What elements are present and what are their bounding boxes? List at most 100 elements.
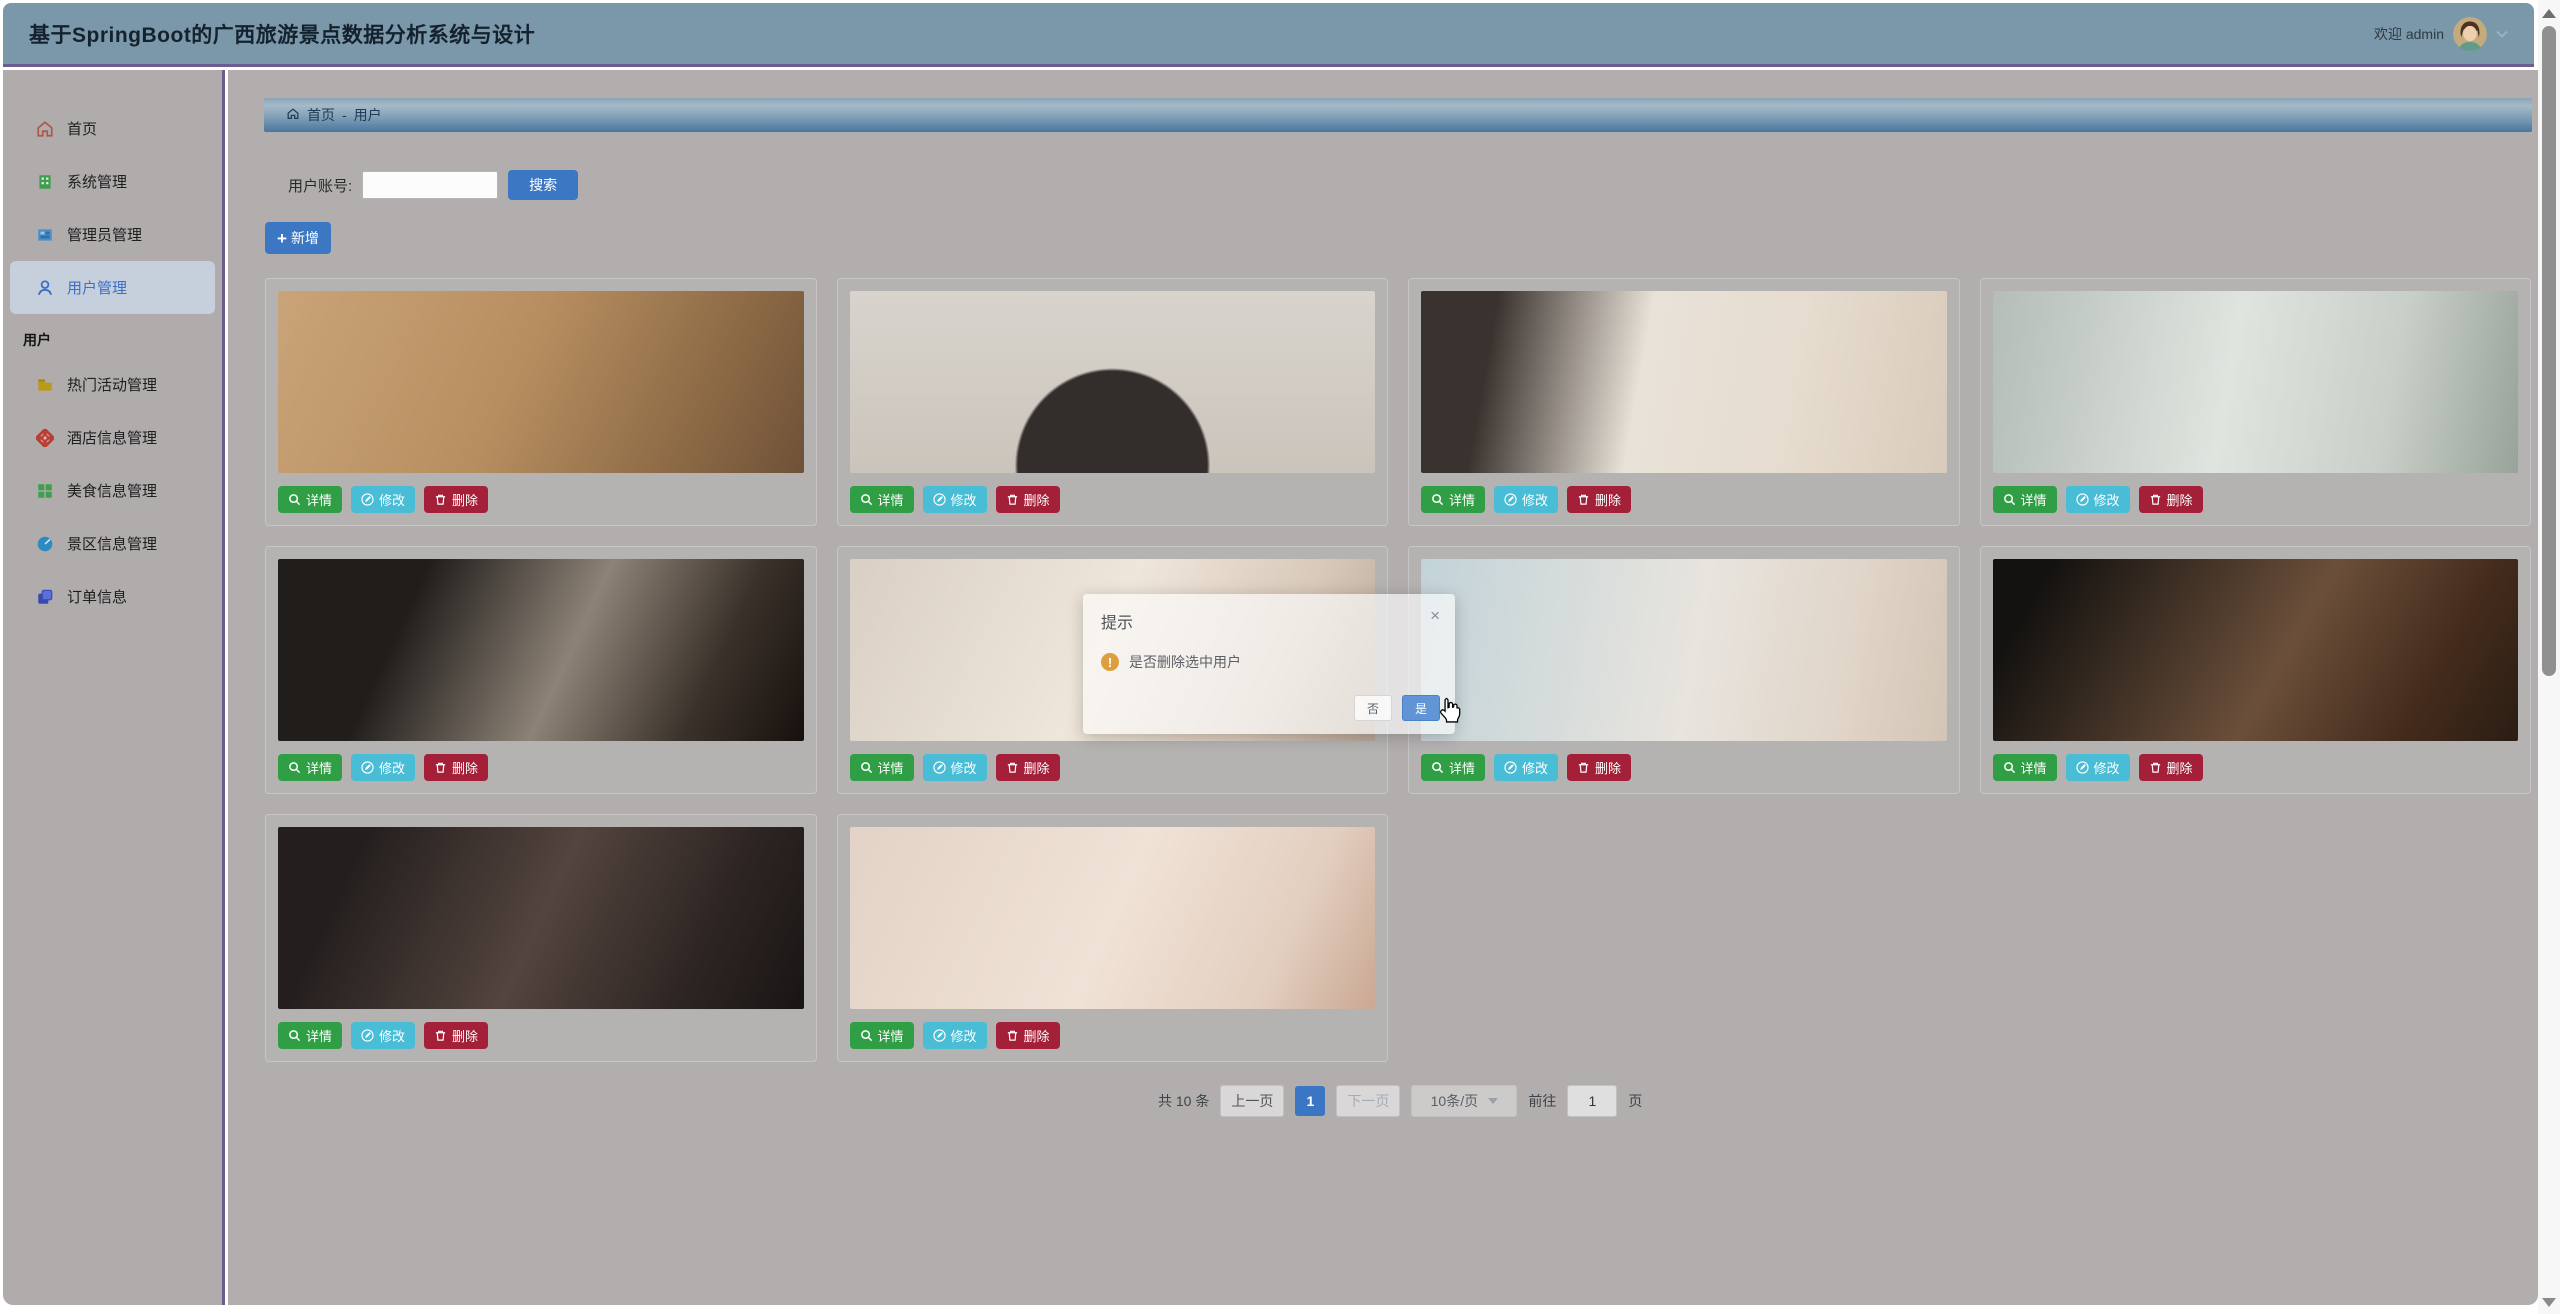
chevron-down-icon[interactable] <box>2496 25 2508 43</box>
delete-label: 删除 <box>452 758 478 777</box>
edit-button[interactable]: 修改 <box>1494 486 1558 513</box>
edit-label: 修改 <box>951 490 977 509</box>
edit-button[interactable]: 修改 <box>1494 754 1558 781</box>
prev-page-button[interactable]: 上一页 <box>1220 1085 1284 1117</box>
breadcrumb-home[interactable]: 首页 <box>307 105 335 125</box>
avatar[interactable] <box>2453 17 2487 51</box>
next-page-button[interactable]: 下一页 <box>1336 1085 1400 1117</box>
detail-label: 详情 <box>306 1026 332 1045</box>
detail-label: 详情 <box>306 490 332 509</box>
folder-icon <box>36 376 54 394</box>
scrollbar-thumb[interactable] <box>2542 26 2556 676</box>
cancel-button[interactable]: 否 <box>1354 695 1392 721</box>
detail-button[interactable]: 详情 <box>278 1022 342 1049</box>
close-icon[interactable]: × <box>1430 606 1440 626</box>
add-user-button[interactable]: + 新增 <box>265 222 331 254</box>
user-photo <box>1993 559 2519 741</box>
delete-button[interactable]: 删除 <box>424 754 488 781</box>
pagination-total: 共 10 条 <box>1158 1091 1209 1111</box>
edit-button[interactable]: 修改 <box>351 486 415 513</box>
user-card: 详情 修改 删除 <box>265 278 817 526</box>
page-title: 基于SpringBoot的广西旅游景点数据分析系统与设计 <box>29 19 535 49</box>
building-icon <box>36 173 54 191</box>
search-row: 用户账号: 搜索 <box>288 170 578 200</box>
detail-button[interactable]: 详情 <box>1421 754 1485 781</box>
user-card: 详情 修改 删除 <box>265 546 817 794</box>
sidebar-item-orders[interactable]: 订单信息 <box>10 570 215 623</box>
sidebar-item-admin[interactable]: 管理员管理 <box>10 208 215 261</box>
pie-chart-icon <box>36 535 54 553</box>
detail-button[interactable]: 详情 <box>278 754 342 781</box>
search-input[interactable] <box>362 171 498 199</box>
detail-label: 详情 <box>1449 758 1475 777</box>
sidebar-item-label: 管理员管理 <box>67 224 142 245</box>
sidebar-item-system[interactable]: 系统管理 <box>10 155 215 208</box>
user-photo <box>850 827 1376 1009</box>
sidebar-item-label: 美食信息管理 <box>67 480 157 501</box>
card-actions: 详情 修改 删除 <box>278 1022 804 1049</box>
edit-button[interactable]: 修改 <box>923 1022 987 1049</box>
detail-button[interactable]: 详情 <box>850 754 914 781</box>
add-button-label: 新增 <box>291 228 319 248</box>
delete-button[interactable]: 删除 <box>2139 486 2203 513</box>
sidebar-item-label: 热门活动管理 <box>67 374 157 395</box>
gear-icon <box>36 429 54 447</box>
user-card: 详情 修改 删除 <box>837 814 1389 1062</box>
detail-button[interactable]: 详情 <box>1421 486 1485 513</box>
delete-label: 删除 <box>1024 758 1050 777</box>
page-size-select[interactable]: 10条/页 <box>1411 1085 1517 1117</box>
sidebar-item-label: 系统管理 <box>67 171 127 192</box>
detail-button[interactable]: 详情 <box>1993 486 2057 513</box>
edit-label: 修改 <box>2094 758 2120 777</box>
detail-label: 详情 <box>2021 490 2047 509</box>
delete-button[interactable]: 删除 <box>996 486 1060 513</box>
goto-page-input[interactable] <box>1567 1085 1617 1117</box>
page-number-1[interactable]: 1 <box>1295 1086 1325 1116</box>
header-user-area[interactable]: 欢迎 admin <box>2374 17 2508 51</box>
sidebar-item-label: 首页 <box>67 118 97 139</box>
user-photo <box>278 827 804 1009</box>
delete-button[interactable]: 删除 <box>1567 754 1631 781</box>
user-photo <box>1993 291 2519 473</box>
breadcrumb-separator: - <box>342 107 347 123</box>
sidebar-item-home[interactable]: 首页 <box>10 102 215 155</box>
mouse-cursor-icon <box>1437 697 1461 729</box>
sidebar-item-activities[interactable]: 热门活动管理 <box>10 358 215 411</box>
delete-label: 删除 <box>1024 1026 1050 1045</box>
detail-button[interactable]: 详情 <box>850 1022 914 1049</box>
delete-button[interactable]: 删除 <box>424 1022 488 1049</box>
user-photo <box>278 291 804 473</box>
app-header: 基于SpringBoot的广西旅游景点数据分析系统与设计 欢迎 admin <box>3 3 2534 67</box>
sidebar-item-food[interactable]: 美食信息管理 <box>10 464 215 517</box>
edit-button[interactable]: 修改 <box>923 486 987 513</box>
dialog-body: ! 是否删除选中用户 <box>1101 652 1437 672</box>
scroll-down-arrow-icon[interactable] <box>2542 1298 2556 1307</box>
delete-button[interactable]: 删除 <box>996 1022 1060 1049</box>
search-button[interactable]: 搜索 <box>508 170 578 200</box>
welcome-text: 欢迎 admin <box>2374 24 2444 44</box>
sidebar-item-scenic[interactable]: 景区信息管理 <box>10 517 215 570</box>
detail-button[interactable]: 详情 <box>1993 754 2057 781</box>
delete-button[interactable]: 删除 <box>424 486 488 513</box>
detail-label: 详情 <box>1449 490 1475 509</box>
edit-button[interactable]: 修改 <box>2066 486 2130 513</box>
edit-label: 修改 <box>951 758 977 777</box>
sidebar-item-hotels[interactable]: 酒店信息管理 <box>10 411 215 464</box>
confirm-button[interactable]: 是 <box>1402 695 1440 721</box>
edit-button[interactable]: 修改 <box>923 754 987 781</box>
scroll-up-arrow-icon[interactable] <box>2542 9 2556 18</box>
delete-label: 删除 <box>452 490 478 509</box>
delete-button[interactable]: 删除 <box>2139 754 2203 781</box>
scrollbar-track[interactable] <box>2538 0 2560 1314</box>
delete-button[interactable]: 删除 <box>1567 486 1631 513</box>
edit-button[interactable]: 修改 <box>351 1022 415 1049</box>
edit-button[interactable]: 修改 <box>2066 754 2130 781</box>
delete-button[interactable]: 删除 <box>996 754 1060 781</box>
sidebar-item-users[interactable]: 用户管理 <box>10 261 215 314</box>
warning-icon: ! <box>1101 653 1119 671</box>
detail-label: 详情 <box>306 758 332 777</box>
sidebar-item-label: 用户管理 <box>67 277 127 298</box>
detail-button[interactable]: 详情 <box>850 486 914 513</box>
detail-button[interactable]: 详情 <box>278 486 342 513</box>
edit-button[interactable]: 修改 <box>351 754 415 781</box>
